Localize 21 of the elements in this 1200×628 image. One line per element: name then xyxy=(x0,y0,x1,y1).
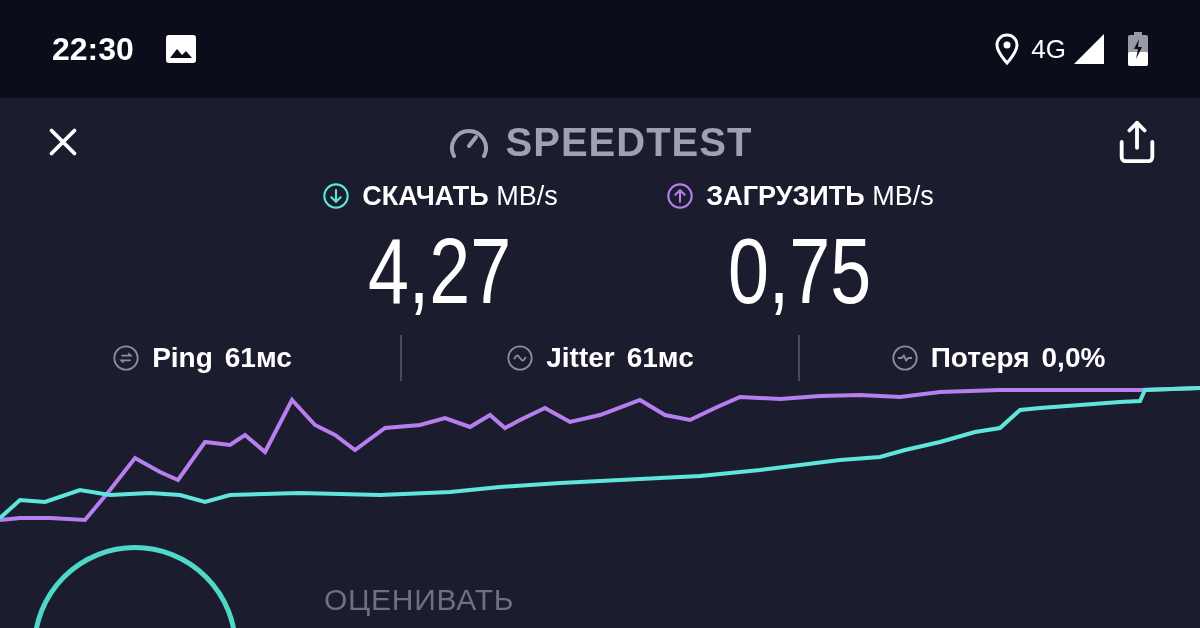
app-title: SPEEDTEST xyxy=(505,119,753,166)
stat-label: Jitter xyxy=(546,340,615,375)
battery-icon xyxy=(1128,32,1148,66)
metric-value: 0,75 xyxy=(728,224,872,317)
image-icon xyxy=(165,35,196,63)
stat-value: 61мс xyxy=(626,340,694,375)
metric-label: СКАЧАТЬ MB/s xyxy=(362,180,558,213)
status-time: 22:30 xyxy=(52,30,134,69)
jitter-icon xyxy=(506,343,535,372)
loss-icon xyxy=(890,343,919,372)
ping-icon xyxy=(112,343,141,372)
signal-icon xyxy=(1074,34,1104,64)
stat-value: 0,0% xyxy=(1041,340,1106,375)
network-type: 4G xyxy=(1031,32,1066,66)
stat-value: 61мс xyxy=(224,340,292,375)
rate-label: ОЦЕНИВАТЬ xyxy=(324,581,515,618)
metric-value: 4,27 xyxy=(368,224,512,317)
metric-label: ЗАГРУЗИТЬ MB/s xyxy=(706,180,934,213)
location-pin-icon xyxy=(995,33,1020,65)
stat-label: Ping xyxy=(152,340,213,375)
stat-label: Потеря xyxy=(930,340,1030,375)
